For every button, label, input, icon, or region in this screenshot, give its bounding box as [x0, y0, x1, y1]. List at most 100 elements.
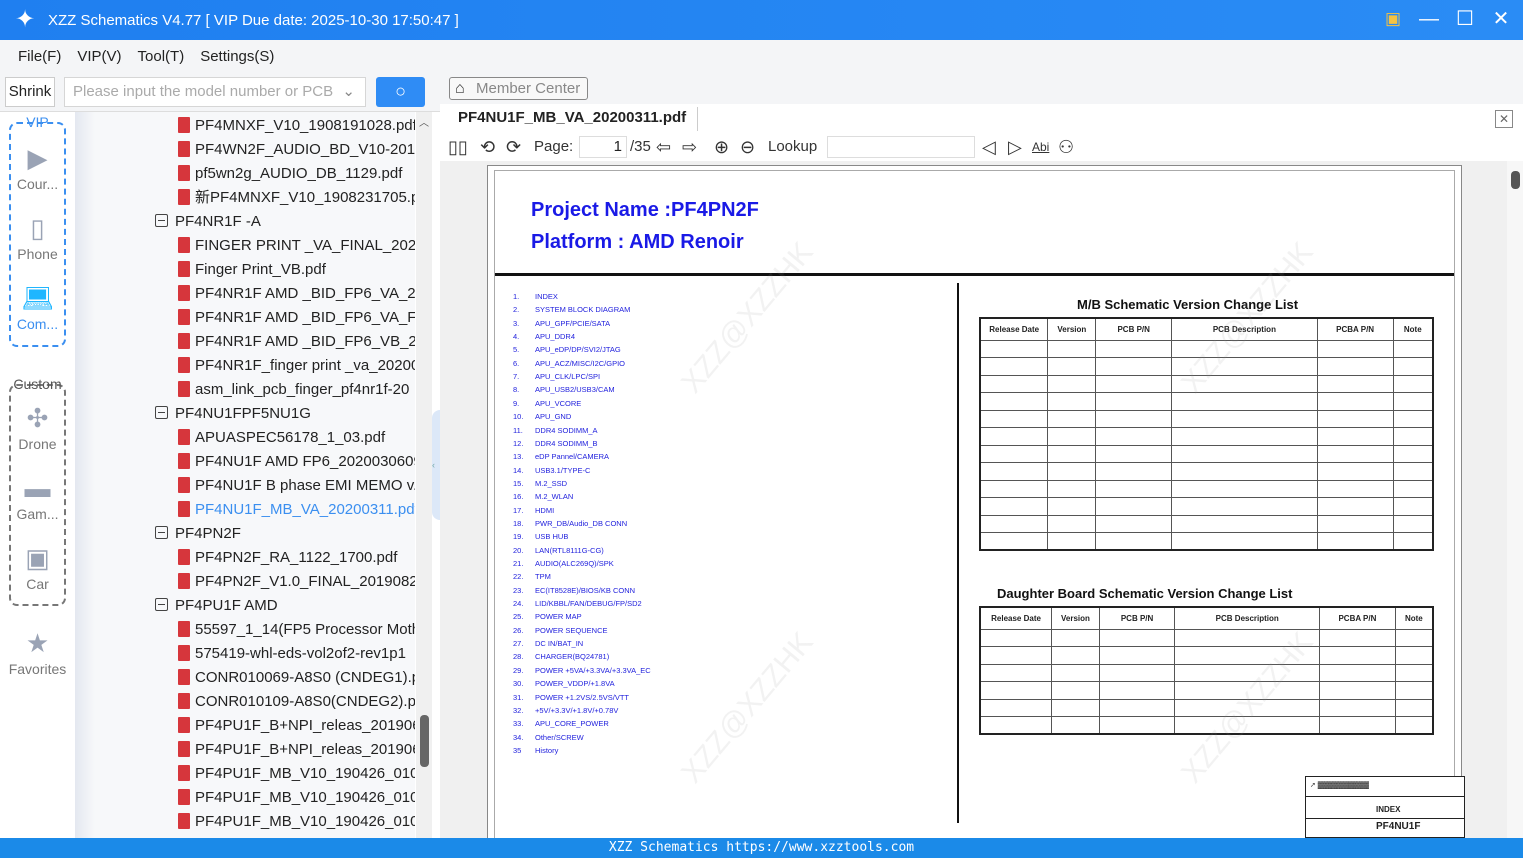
sidebar-item-phone[interactable]: ▯ Phone	[0, 210, 75, 262]
tree-file[interactable]: PF4WN2F_AUDIO_BD_V10-2019	[178, 138, 415, 162]
tree-file[interactable]: PF4NR1F AMD _BID_FP6_VB_20	[178, 330, 415, 354]
tree-file[interactable]: 575419-whl-eds-vol2of2-rev1p1	[178, 642, 415, 666]
tree-file[interactable]: PF4PU1F_B+NPI_releas_2019062	[178, 738, 415, 762]
sidebar-item-drone[interactable]: ✣ Drone	[0, 400, 75, 452]
tree-scrollbar[interactable]: ︿	[416, 112, 432, 838]
column-header: PCB P/N	[1098, 606, 1176, 630]
collapse-icon[interactable]	[155, 598, 168, 611]
sidebar-item-label: Cour...	[16, 176, 59, 192]
vip-briefcase-icon[interactable]: ▣	[1381, 6, 1405, 32]
search-button[interactable]: ○	[376, 77, 425, 107]
rotate-left-icon[interactable]: ⟲	[480, 136, 495, 158]
pdf-icon	[178, 645, 190, 661]
close-document-icon[interactable]: ✕	[1495, 110, 1513, 128]
tree-file[interactable]: PF4PU1F_B+NPI_releas_2019062	[178, 714, 415, 738]
tree-file[interactable]: PF4NU1F B phase EMI MEMO v.	[178, 474, 415, 498]
tree-folder[interactable]: PF4NR1F -A	[155, 210, 415, 234]
binoculars-icon[interactable]: ⚇	[1058, 136, 1074, 158]
tree-file[interactable]: PF4NU1F AMD FP6_2020030609	[178, 450, 415, 474]
index-title: APU_CORE_POWER	[535, 719, 609, 729]
star-icon: ★	[25, 628, 50, 658]
tree-file[interactable]: pf5wn2g_AUDIO_DB_1129.pdf	[178, 162, 415, 186]
tree-file[interactable]: Finger Print_VB.pdf	[178, 258, 415, 282]
collapse-panel-handle[interactable]: ‹	[432, 410, 440, 520]
close-button[interactable]: ✕	[1489, 6, 1513, 32]
tree-file[interactable]: PF4MNXF_V10_1908191028.pdf	[178, 114, 415, 138]
pdf-icon	[178, 165, 190, 181]
tree-file[interactable]: CONR010109-A8S0(CNDEG2).pdf	[178, 690, 415, 714]
tree-file[interactable]: 55597_1_14(FP5 Processor Moth	[178, 618, 415, 642]
lookup-input[interactable]	[827, 136, 975, 158]
panel-splitter[interactable]: ‹	[432, 112, 440, 838]
viewer-scrollbar[interactable]	[1507, 161, 1523, 838]
tree-item-label: PF4WN2F_AUDIO_BD_V10-2019	[195, 141, 415, 158]
index-number: 21.	[513, 559, 524, 568]
tree-file[interactable]: PF4PU1F_MB_V10_190426_0102	[178, 762, 415, 786]
tree-file[interactable]: APUASPEC56178_1_03.pdf	[178, 426, 415, 450]
pdf-icon	[178, 669, 190, 685]
tree-file[interactable]: asm_link_pcb_finger_pf4nr1f-20	[178, 378, 415, 402]
tab-document[interactable]: PF4NU1F_MB_VA_20200311.pdf	[458, 109, 686, 126]
tree-folder[interactable]: PF4PU1F AMD	[155, 594, 415, 618]
scrollbar-thumb[interactable]	[1511, 171, 1520, 189]
status-bar: XZZ Schematics https://www.xzztools.com	[0, 838, 1523, 858]
zoom-in-icon[interactable]: ⊕	[714, 136, 729, 158]
index-title: eDP Pannel/CAMERA	[535, 452, 610, 462]
pdf-icon	[178, 381, 190, 397]
tree-file[interactable]: PF4NU1F_MB_VA_20200311.pdf	[178, 498, 415, 522]
collapse-icon[interactable]	[155, 214, 168, 227]
index-entry: 23. EC(IT8528E)/BIOS/KB CONN	[513, 584, 635, 597]
index-entry: 16. M.2_WLAN	[513, 490, 573, 503]
pdf-viewer[interactable]: Project Name :PF4PN2F Platform : AMD Ren…	[440, 161, 1507, 838]
find-next-icon[interactable]: ▷	[1008, 136, 1022, 158]
tree-file[interactable]: 新PF4MNXF_V10_1908231705.pdf	[178, 186, 415, 210]
minimize-button[interactable]: —	[1417, 6, 1441, 32]
tree-item-label: PF4NR1F -A	[175, 213, 261, 230]
tree-file[interactable]: FINGER PRINT _VA_FINAL_20200	[178, 234, 415, 258]
tree-file[interactable]: CONR010069-A8S0 (CNDEG1).pdf	[178, 666, 415, 690]
match-case-icon[interactable]: Abi	[1032, 136, 1049, 158]
page-number-input[interactable]: 1	[579, 136, 627, 158]
sidebar-item-favorites[interactable]: ★ Favorites	[0, 625, 75, 677]
two-page-icon[interactable]: ▯▯	[448, 136, 468, 158]
index-number: 26.	[513, 625, 524, 635]
tree-file[interactable]: PF4NR1F_finger print _va_20200	[178, 354, 415, 378]
sidebar-item-games[interactable]: ▬ Gam...	[0, 470, 75, 522]
menu-vip[interactable]: VIP(V)	[77, 48, 121, 65]
maximize-button[interactable]: ☐	[1453, 6, 1477, 32]
collapse-icon[interactable]	[155, 406, 168, 419]
column-header: Release Date	[979, 317, 1049, 341]
chevron-down-icon[interactable]: ⌄	[342, 78, 355, 106]
find-previous-icon[interactable]: ◁	[982, 136, 996, 158]
zoom-out-icon[interactable]: ⊖	[740, 136, 755, 158]
tree-file[interactable]: PF4PN2F_RA_1122_1700.pdf	[178, 546, 415, 570]
table-row	[979, 427, 1434, 446]
next-page-icon[interactable]: ⇨	[682, 136, 697, 158]
tree-folder[interactable]: PF4NU1FPF5NU1G	[155, 402, 415, 426]
scroll-up-icon[interactable]: ︿	[419, 114, 429, 129]
tree-file[interactable]: PF4PU1F_MB_V10_190426_0104	[178, 810, 415, 834]
menu-settings[interactable]: Settings(S)	[200, 48, 274, 65]
tree-file[interactable]: PF4PU1F_MB_V10_190426_0103	[178, 786, 415, 810]
rotate-right-icon[interactable]: ⟳	[506, 136, 521, 158]
menu-tool[interactable]: Tool(T)	[138, 48, 185, 65]
pdf-icon	[178, 477, 190, 493]
tree-file[interactable]: PF4NR1F AMD _BID_FP6_VA_FIN	[178, 306, 415, 330]
column-header: PCBA P/N	[1319, 606, 1396, 630]
tree-file[interactable]: PF4PN2F_V1.0_FINAL_20190828	[178, 570, 415, 594]
sidebar-item-computer[interactable]: 💻︎ Com...	[0, 280, 75, 332]
play-icon: ▶	[27, 143, 48, 173]
search-input[interactable]: Please input the model number or PCB ⌄	[64, 77, 366, 107]
scrollbar-thumb[interactable]	[420, 715, 429, 767]
menu-file[interactable]: File(F)	[18, 48, 61, 65]
collapse-icon[interactable]	[155, 526, 168, 539]
member-center-button[interactable]: ⌂ Member Center	[449, 77, 588, 100]
index-title: DDR4 SODIMM_A	[535, 425, 598, 435]
tree-file[interactable]: PF4NR1F AMD _BID_FP6_VA_20	[178, 282, 415, 306]
sidebar-item-courses[interactable]: ▶ Cour...	[0, 140, 75, 192]
sidebar-item-car[interactable]: ▣ Car	[0, 540, 75, 592]
tree-folder[interactable]: PF4PN2F	[155, 522, 415, 546]
previous-page-icon[interactable]: ⇦	[656, 136, 671, 158]
index-entry: 6. APU_ACZ/MISC/I2C/GPIO	[513, 357, 625, 370]
shrink-button[interactable]: Shrink	[5, 77, 55, 107]
